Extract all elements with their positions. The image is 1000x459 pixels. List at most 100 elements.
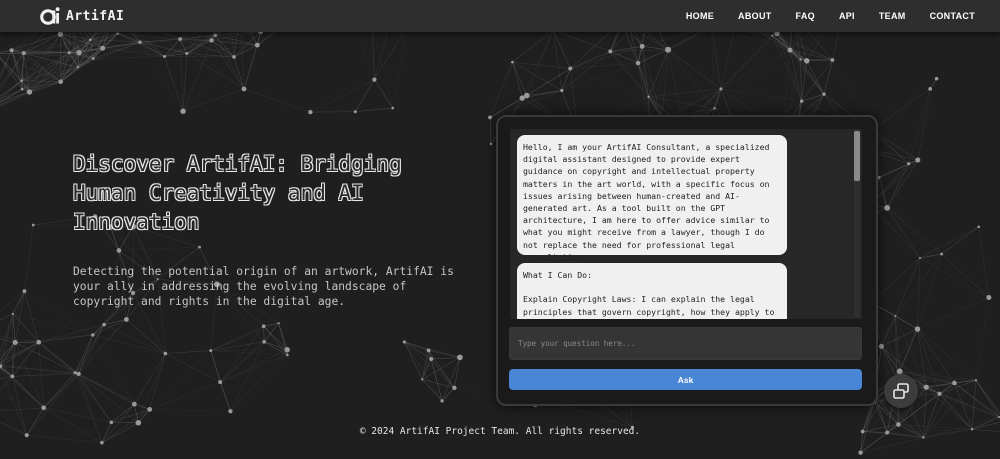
- network-line: [512, 62, 523, 99]
- network-line: [872, 88, 931, 131]
- network-line: [92, 334, 135, 405]
- network-node: [228, 409, 233, 414]
- network-line: [489, 61, 513, 118]
- network-node: [858, 450, 863, 455]
- floating-window-button[interactable]: [884, 374, 918, 408]
- nav-team-link[interactable]: TEAM: [879, 11, 906, 21]
- network-node: [213, 33, 218, 38]
- nav-links: HOME ABOUT FAQ API TEAM CONTACT: [686, 0, 975, 32]
- network-node: [934, 76, 939, 81]
- network-line: [138, 353, 166, 423]
- network-line: [870, 204, 921, 259]
- network-line: [43, 407, 112, 423]
- network-node: [178, 37, 183, 41]
- network-line: [12, 291, 25, 314]
- hero-description: Detecting the potential origin of an art…: [73, 265, 454, 308]
- network-line: [139, 41, 165, 57]
- network-node: [353, 110, 357, 114]
- nav-contact-link[interactable]: CONTACT: [930, 11, 975, 21]
- network-line: [441, 387, 455, 402]
- network-line: [521, 30, 554, 99]
- chat-panel: Hello, I am your ArtifAI Consultant, a s…: [496, 115, 878, 406]
- network-node: [10, 374, 15, 379]
- network-line: [720, 35, 773, 90]
- network-line: [512, 61, 562, 91]
- network-node: [26, 89, 33, 95]
- network-node: [799, 99, 804, 103]
- network-line: [975, 380, 1000, 418]
- network-node: [185, 51, 189, 55]
- network-node: [91, 333, 95, 337]
- network-node: [21, 51, 26, 56]
- nav-api-link[interactable]: API: [839, 11, 855, 21]
- network-line: [165, 350, 211, 354]
- ask-button[interactable]: Ask: [509, 369, 862, 390]
- network-line: [823, 59, 833, 95]
- network-node: [123, 317, 129, 322]
- network-node: [372, 77, 377, 82]
- network-line: [78, 373, 139, 423]
- network-line: [526, 68, 571, 96]
- network-line: [149, 353, 166, 410]
- network-node: [22, 289, 27, 294]
- artifai-logo-icon: [40, 7, 60, 25]
- network-node: [116, 248, 122, 253]
- nav-home-link[interactable]: HOME: [686, 11, 714, 21]
- brand[interactable]: ArtifAI: [40, 6, 124, 26]
- network-line: [941, 253, 990, 298]
- network-line: [422, 357, 461, 380]
- network-node: [639, 43, 645, 49]
- network-line: [210, 350, 221, 383]
- network-line: [800, 59, 825, 95]
- network-line: [971, 380, 977, 430]
- network-line: [149, 409, 231, 412]
- network-node: [163, 351, 168, 356]
- network-node: [974, 379, 978, 382]
- network-line: [0, 91, 30, 105]
- hero-title: Discover ArtifAI: Bridging Human Creativ…: [73, 152, 402, 234]
- network-node: [665, 46, 672, 53]
- chat-scrollbar-thumb[interactable]: [854, 131, 860, 181]
- network-node: [254, 42, 260, 48]
- network-node: [635, 60, 641, 66]
- nav-faq-link[interactable]: FAQ: [796, 11, 815, 21]
- network-line: [895, 257, 921, 316]
- network-node: [163, 54, 167, 58]
- network-node: [286, 353, 289, 357]
- chat-scrollbar[interactable]: [854, 129, 860, 317]
- chat-message-bubble: Hello, I am your ArtifAI Consultant, a s…: [517, 135, 787, 262]
- network-node: [489, 142, 493, 146]
- network-line: [886, 163, 909, 208]
- network-node: [131, 401, 137, 407]
- network-node: [261, 324, 266, 328]
- network-line: [230, 349, 288, 412]
- brand-name: ArtifAI: [66, 8, 125, 24]
- network-line: [0, 407, 44, 411]
- network-line: [553, 29, 611, 52]
- network-node: [76, 49, 82, 56]
- network-line: [243, 88, 311, 113]
- network-node: [940, 252, 944, 256]
- network-line: [559, 404, 633, 428]
- top-navbar: ArtifAI HOME ABOUT FAQ API TEAM CONTACT: [0, 0, 1000, 32]
- network-node: [36, 339, 42, 345]
- network-line: [134, 353, 166, 405]
- network-line: [12, 313, 93, 336]
- network-line: [886, 207, 921, 259]
- nav-about-link[interactable]: ABOUT: [738, 11, 772, 21]
- question-input[interactable]: [509, 327, 862, 360]
- network-line: [526, 90, 562, 96]
- network-node: [262, 340, 266, 344]
- network-line: [512, 61, 571, 69]
- network-node: [923, 384, 929, 390]
- network-node: [100, 440, 104, 445]
- network-node: [31, 223, 35, 227]
- network-line: [38, 334, 93, 343]
- network-node: [799, 58, 802, 61]
- network-line: [243, 31, 261, 90]
- network-node: [138, 40, 142, 44]
- network-line: [872, 130, 919, 161]
- chat-messages[interactable]: Hello, I am your ArtifAI Consultant, a s…: [510, 129, 862, 319]
- network-node: [218, 380, 223, 385]
- network-line: [860, 437, 924, 453]
